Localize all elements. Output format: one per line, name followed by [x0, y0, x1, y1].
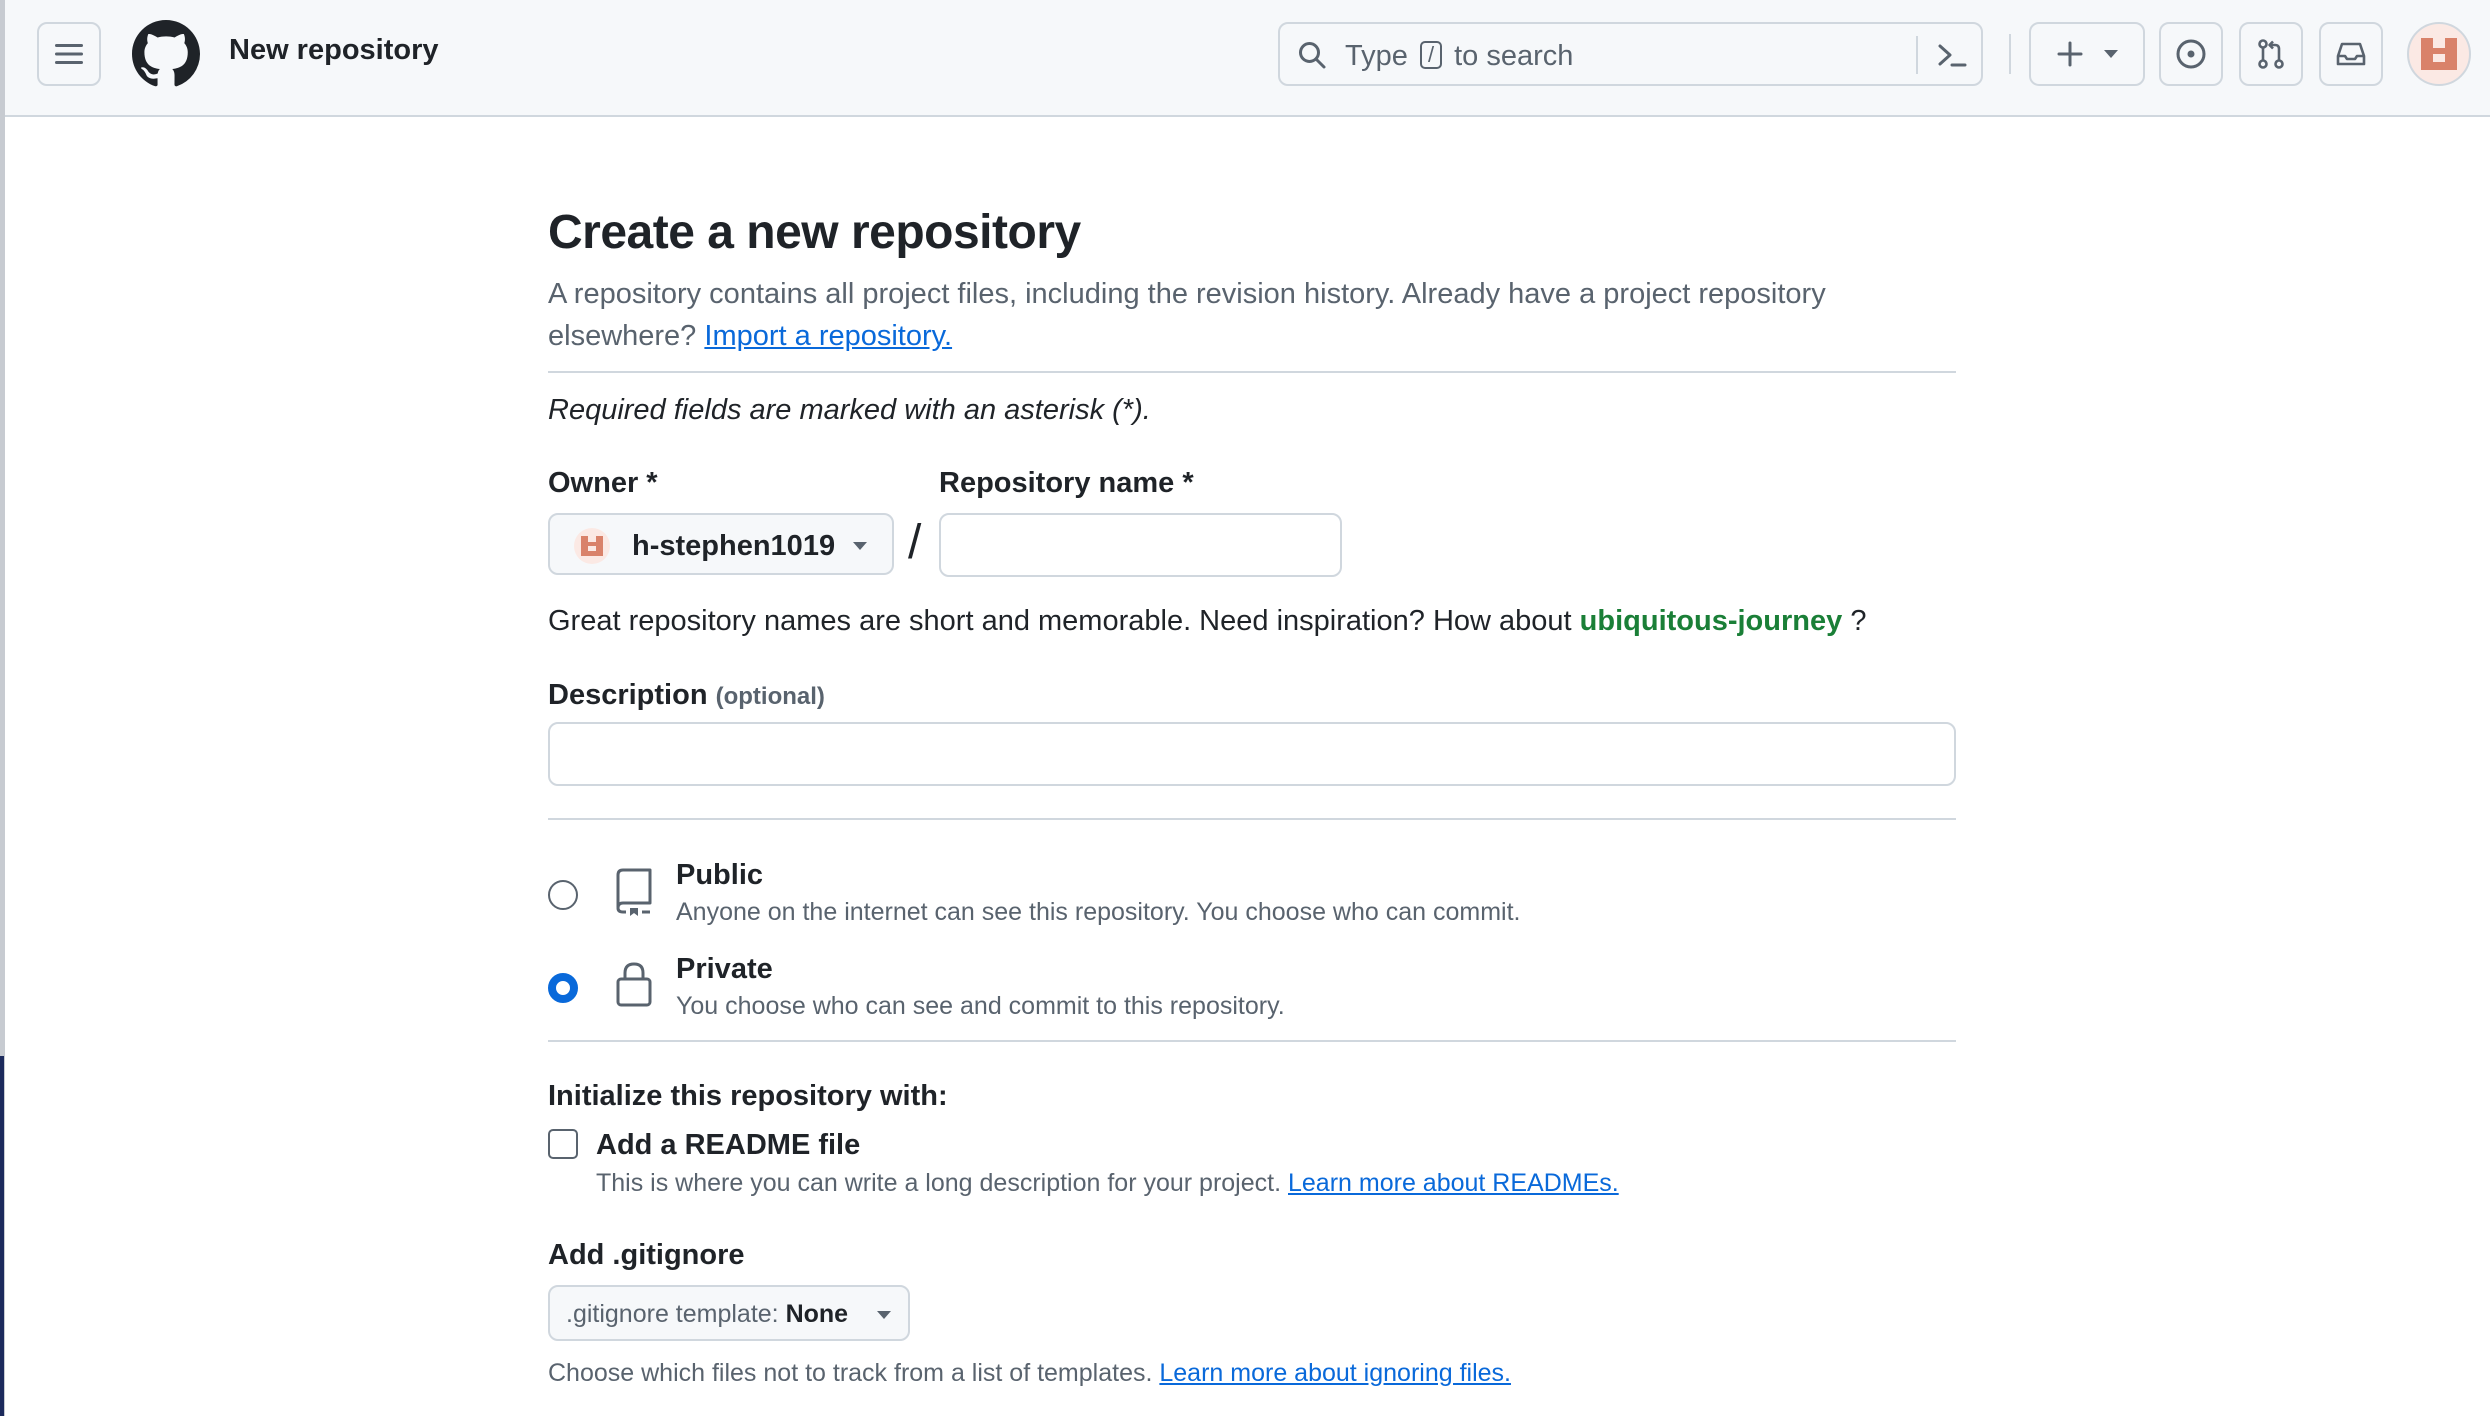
inbox-button[interactable]	[2319, 22, 2383, 86]
owner-avatar	[574, 528, 610, 564]
divider	[548, 1040, 1956, 1042]
public-label: Public	[676, 859, 764, 891]
page-description: A repository contains all project files,…	[548, 278, 1826, 352]
private-radio[interactable]	[548, 973, 578, 1003]
github-logo-icon[interactable]	[132, 20, 200, 88]
search-shortcut-key: /	[1419, 41, 1443, 69]
public-radio[interactable]	[548, 880, 578, 910]
repo-icon	[616, 868, 652, 916]
import-repository-link[interactable]: Import a repository.	[704, 320, 952, 352]
search-input[interactable]: Type / to search	[1278, 22, 1983, 86]
owner-select[interactable]: h-stephen1019	[548, 513, 894, 575]
repository-name-input[interactable]	[939, 513, 1342, 577]
optional-tag: (optional)	[715, 683, 825, 710]
identicon-icon	[2421, 38, 2457, 70]
gitignore-template-select[interactable]: .gitignore template: None	[548, 1285, 910, 1341]
gitignore-title: Add .gitignore	[548, 1239, 745, 1271]
inbox-icon	[2336, 42, 2366, 66]
chevron-down-icon	[877, 1311, 891, 1319]
page-title: Create a new repository	[548, 206, 1081, 259]
command-palette-icon[interactable]	[1935, 38, 1969, 72]
readme-description: This is where you can write a long descr…	[596, 1169, 1619, 1197]
gitignore-template-value: None	[785, 1300, 849, 1328]
name-suggestion: Great repository names are short and mem…	[548, 605, 1867, 637]
description-input[interactable]	[548, 722, 1956, 786]
search-placeholder: Type / to search	[1345, 40, 1574, 72]
page-context-title[interactable]: New repository	[229, 34, 439, 67]
owner-name: h-stephen1019	[632, 530, 836, 562]
readme-label[interactable]: Add a README file	[596, 1129, 860, 1162]
readme-learn-more-link[interactable]: Learn more about READMEs.	[1288, 1169, 1619, 1197]
divider	[548, 818, 1956, 820]
chevron-down-icon	[853, 542, 867, 550]
header-separator	[2009, 34, 2011, 74]
gitignore-learn-more-link[interactable]: Learn more about ignoring files.	[1159, 1359, 1511, 1387]
chevron-down-icon	[2104, 50, 2118, 58]
divider	[548, 371, 1956, 373]
initialize-title: Initialize this repository with:	[548, 1080, 948, 1112]
public-description: Anyone on the internet can see this repo…	[676, 898, 1521, 926]
required-fields-note: Required fields are marked with an aster…	[548, 394, 1151, 426]
search-divider	[1916, 36, 1918, 74]
user-avatar[interactable]	[2407, 22, 2471, 86]
hamburger-icon	[55, 44, 83, 64]
readme-checkbox[interactable]	[548, 1129, 578, 1159]
suggested-name-link[interactable]: ubiquitous-journey	[1580, 605, 1843, 637]
app-header: New repository Type / to search	[5, 0, 2490, 117]
gitignore-template-text: .gitignore template: None	[566, 1300, 849, 1328]
description-label: Description (optional)	[548, 679, 825, 711]
identicon-icon	[581, 536, 603, 556]
gitignore-description: Choose which files not to track from a l…	[548, 1359, 1511, 1387]
issues-button[interactable]	[2159, 22, 2223, 86]
create-new-button[interactable]	[2029, 22, 2145, 86]
lock-icon	[616, 962, 652, 1007]
owner-label: Owner *	[548, 467, 658, 499]
pull-requests-icon	[2258, 39, 2284, 69]
pull-requests-button[interactable]	[2239, 22, 2303, 86]
repository-name-label: Repository name *	[939, 467, 1194, 499]
owner-repo-separator: /	[908, 516, 922, 569]
menu-button[interactable]	[37, 22, 101, 86]
window-left-edge-dark	[0, 1056, 4, 1416]
private-description: You choose who can see and commit to thi…	[676, 992, 1285, 1020]
private-label: Private	[676, 953, 773, 985]
issues-icon	[2176, 39, 2206, 69]
search-icon	[1299, 42, 1326, 69]
plus-icon	[2057, 41, 2083, 67]
